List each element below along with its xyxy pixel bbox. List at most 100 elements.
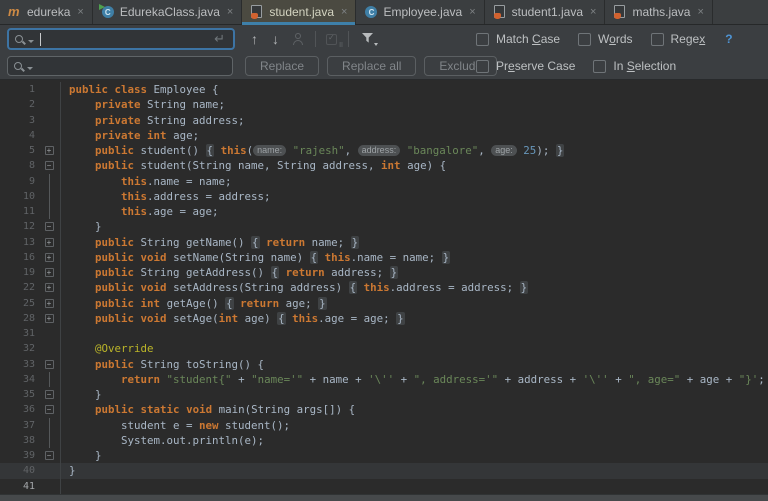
checkbox-preserve-case[interactable]: Preserve Case — [476, 59, 575, 73]
replace-button[interactable]: Replace — [245, 56, 320, 76]
checkbox-box[interactable] — [578, 32, 592, 46]
fold-collapse-icon[interactable]: − — [44, 405, 54, 415]
checkbox-regex[interactable]: Regex — [650, 32, 706, 46]
fold-expand-icon[interactable]: + — [44, 146, 54, 156]
code-text: public String getAddress() { return addr… — [95, 266, 399, 280]
fold-expand-icon[interactable]: + — [44, 298, 54, 308]
checkbox-box[interactable] — [593, 59, 607, 73]
line-number: 12 — [22, 221, 35, 233]
tab-student-java[interactable]: student.java × — [242, 0, 357, 25]
close-icon[interactable]: × — [227, 6, 233, 18]
find-input[interactable]: ↵ — [7, 28, 235, 50]
select-all-occurrences-icon[interactable] — [326, 33, 343, 49]
checkbox-match-case[interactable]: Match Case — [476, 32, 560, 46]
code-line-10: 10 this.address = address; — [0, 188, 768, 205]
previous-occurrence-button[interactable]: ↑ — [251, 32, 258, 46]
fold-collapse-icon[interactable]: − — [44, 359, 54, 369]
tab-edureka[interactable]: m edureka × — [0, 0, 93, 24]
line-number: 3 — [28, 114, 35, 126]
line-number: 33 — [22, 358, 35, 370]
checkbox-in-selection[interactable]: In Selection — [593, 59, 676, 73]
editor-tab-bar: m edureka × C EdurekaClass.java × student.java… — [0, 0, 768, 25]
close-icon[interactable]: × — [77, 6, 83, 18]
line-number: 8 — [28, 160, 35, 172]
checkbox-label: Match Case — [496, 32, 561, 46]
checkbox-box[interactable] — [650, 32, 664, 46]
gutter-fold-column — [38, 432, 61, 449]
replace-all-button[interactable]: Replace all — [327, 56, 417, 76]
gutter-fold-column — [38, 188, 61, 205]
text-caret — [40, 32, 41, 46]
code-line-39: 39− } — [0, 448, 768, 464]
fold-expand-icon[interactable]: + — [44, 283, 54, 293]
fold-expand-icon[interactable]: + — [44, 268, 54, 278]
code-line-5: 5 + public student() { this(name: "rajesh… — [0, 143, 768, 159]
line-number: 37 — [22, 419, 35, 431]
filter-icon[interactable] — [361, 32, 378, 46]
close-icon[interactable]: × — [469, 6, 475, 18]
gutter-fold-column — [38, 463, 61, 479]
code-line-25: 25 + public int getAge() { return age; } — [0, 295, 768, 311]
checkbox-words[interactable]: Words — [578, 32, 633, 46]
gutter-fold-column: + — [38, 310, 61, 326]
tab-maths-java[interactable]: maths.java × — [605, 0, 713, 24]
gutter-fold-column: + — [38, 249, 61, 265]
fold-expand-icon[interactable]: + — [44, 252, 54, 262]
help-icon[interactable]: ? — [725, 32, 732, 46]
line-number: 11 — [22, 206, 35, 218]
close-icon[interactable]: × — [590, 6, 596, 18]
line-number: 31 — [22, 328, 35, 340]
fold-collapse-icon[interactable]: − — [44, 451, 54, 461]
parameter-hint: age: — [491, 145, 517, 157]
gutter-fold-column — [38, 82, 61, 98]
tab-Employee-java[interactable]: C Employee.java × — [356, 0, 485, 24]
tab-student1-java[interactable]: student1.java × — [485, 0, 606, 24]
code-line-28: 28 + public void setAge(int age) { this.a… — [0, 310, 768, 326]
search-history-chevron-icon[interactable] — [28, 39, 34, 43]
replace-toolbar: Replace Replace all Exclude Preserve Cas… — [0, 53, 768, 80]
close-icon[interactable]: × — [697, 6, 703, 18]
find-all-icon[interactable] — [292, 33, 304, 45]
gutter-fold-column — [38, 112, 61, 128]
line-number: 28 — [22, 312, 35, 324]
code-line-33: 33− public String toString() { — [0, 356, 768, 372]
code-line-36: 36− public static void main(String args[… — [0, 402, 768, 418]
parameter-hint: name: — [253, 145, 287, 157]
line-number: 41 — [22, 480, 35, 492]
gutter-fold-column — [38, 97, 61, 113]
tab-label: student1.java — [511, 5, 584, 19]
fold-collapse-icon[interactable]: − — [44, 390, 54, 400]
checkbox-box[interactable] — [476, 59, 489, 73]
fold-collapse-icon[interactable]: − — [44, 161, 54, 171]
line-number: 22 — [22, 282, 35, 294]
code-line-13: 13 + public String getName() { return nam… — [0, 234, 768, 250]
maven-icon: m — [8, 4, 20, 19]
gutter-fold-column — [38, 127, 61, 143]
fold-collapse-icon[interactable]: − — [44, 222, 54, 232]
gutter-fold-column — [38, 204, 61, 220]
checkbox-label: Regex — [670, 32, 706, 46]
fold-expand-icon[interactable]: + — [44, 313, 54, 323]
close-icon[interactable]: × — [341, 6, 347, 18]
gutter-fold-column: + — [38, 265, 61, 281]
gutter-fold-column: + — [38, 234, 61, 250]
replace-history-chevron-icon[interactable] — [27, 66, 33, 70]
gutter-fold-column: − — [38, 219, 61, 235]
checkbox-box[interactable] — [476, 32, 489, 46]
replace-input[interactable] — [7, 56, 233, 76]
tab-EdurekaClass-java[interactable]: C EdurekaClass.java × — [93, 0, 243, 24]
next-occurrence-button[interactable]: ↓ — [272, 32, 279, 46]
bottom-scrollbar-strip[interactable] — [0, 494, 768, 501]
code-line-8: 8− public student(String name, String ad… — [0, 158, 768, 174]
code-editor[interactable]: 1 public class Employee {2 private String… — [0, 80, 768, 494]
tab-label: edureka — [27, 5, 71, 19]
class-icon: C — [364, 5, 378, 19]
line-number: 9 — [28, 175, 35, 187]
code-line-34: 34 return "student{" + "name='" + name +… — [0, 371, 768, 388]
fold-expand-icon[interactable]: + — [44, 237, 54, 247]
code-text: } — [69, 388, 102, 402]
code-text: this.name = name; — [121, 174, 232, 188]
gutter-fold-column — [38, 417, 61, 434]
code-text: return "student{" + "name='" + name + '\… — [121, 372, 765, 386]
code-text: public student(String name, String addre… — [95, 159, 447, 173]
